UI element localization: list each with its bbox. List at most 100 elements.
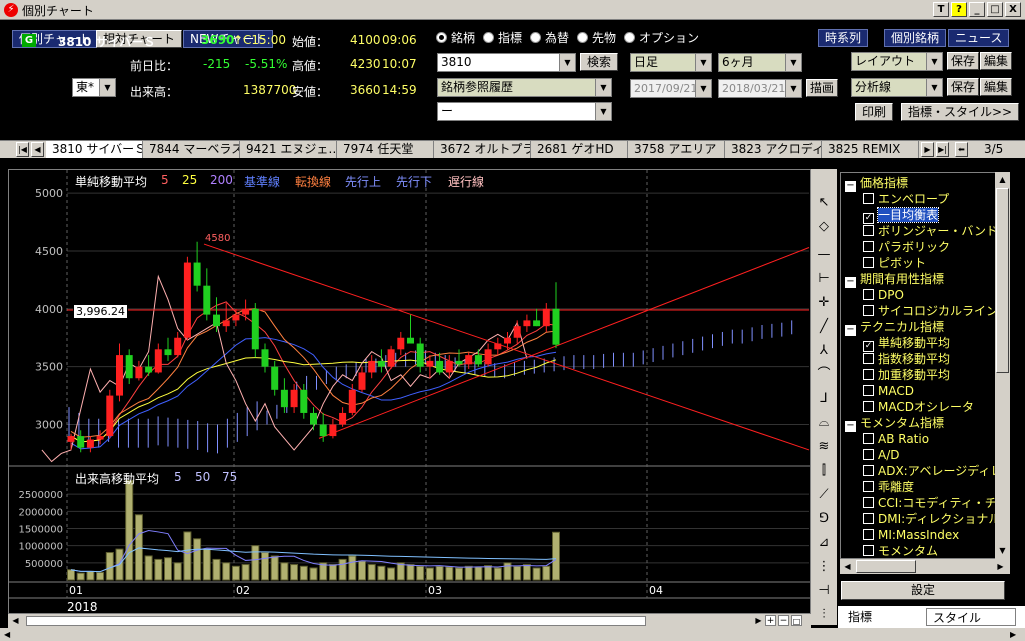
history-select[interactable]: 銘柄参照履歴 ▼: [437, 78, 612, 97]
checkbox-icon[interactable]: [863, 289, 874, 300]
print-button[interactable]: 印刷: [855, 103, 894, 121]
indicator-item[interactable]: A/D: [863, 447, 900, 463]
close-button[interactable]: X: [1005, 2, 1021, 17]
indicator-item[interactable]: パラボリック: [863, 239, 950, 255]
indicator-group[interactable]: − テクニカル指標: [845, 319, 944, 336]
indicator-item[interactable]: CCI:コモディティ・チャ: [863, 495, 1009, 511]
tab-stock[interactable]: 2681 ゲオHD: [531, 141, 628, 158]
indicator-item[interactable]: サイコロジカルライン: [863, 303, 998, 319]
retracement-icon[interactable]: ⫿: [814, 461, 834, 481]
news-button[interactable]: ニュース: [948, 29, 1010, 47]
indicator-tree-scrollbar[interactable]: ▲ ▼: [995, 172, 1010, 559]
regression-icon[interactable]: ⊿: [814, 533, 834, 553]
cycle-icon[interactable]: ⊣: [814, 581, 834, 601]
analysis-edit-button[interactable]: 編集: [980, 78, 1013, 96]
prev-tab-icon[interactable]: ◀: [31, 142, 44, 157]
arc-icon[interactable]: ⌒: [814, 365, 834, 385]
indicator-item[interactable]: ADX:アベレージディレ: [863, 463, 1002, 479]
back-arrow-icon[interactable]: ⬅: [955, 142, 968, 157]
checkbox-icon[interactable]: [863, 433, 874, 444]
fan-line-icon[interactable]: ⅄: [814, 341, 834, 361]
indicator-item[interactable]: 乖離度: [863, 479, 914, 495]
scroll-thumb[interactable]: [26, 616, 646, 626]
scroll-up-icon[interactable]: ▲: [996, 173, 1009, 186]
indicator-group[interactable]: − 期間有用性指標: [845, 271, 944, 288]
checkbox-icon[interactable]: [863, 529, 874, 540]
draw-button[interactable]: 描画: [806, 79, 839, 97]
scroll-down-icon[interactable]: ▼: [996, 544, 1009, 557]
tab-stock[interactable]: 7974 任天堂: [337, 141, 434, 158]
horizontal-line-icon[interactable]: —: [814, 245, 834, 265]
collapse-icon[interactable]: −: [845, 277, 856, 288]
fibonacci-fan-icon[interactable]: ⅃: [814, 389, 834, 409]
indicator-tree[interactable]: − 価格指標 エンベロープ ✓ 一目均衡表 ボリンジャー・バンド パラボリック ピボット − 期間…: [840, 172, 1010, 559]
indicator-group[interactable]: − モメンタム指標: [845, 415, 944, 432]
settings-button[interactable]: 設定: [841, 581, 1005, 600]
market-select[interactable]: 東* ▼: [72, 78, 116, 97]
scroll-right-icon[interactable]: ▶: [994, 560, 1007, 573]
vertical-line-icon[interactable]: ⊢: [814, 269, 834, 289]
checkbox-icon[interactable]: [863, 385, 874, 396]
analysis-select[interactable]: 分析線 ▼: [851, 78, 943, 97]
price-chart-svg[interactable]: 5000 4500 4000 3500 3000 2500000 2000000 150000…: [9, 170, 812, 615]
checkbox-icon[interactable]: [863, 481, 874, 492]
tab-stock[interactable]: 7844 マーベラス: [143, 141, 240, 158]
tab-stock[interactable]: 3672 オルトプラス: [434, 141, 531, 158]
maximize-button[interactable]: □: [987, 2, 1003, 17]
chart-horizontal-scrollbar[interactable]: ◀ ▶ + − □: [8, 614, 811, 628]
channel-icon[interactable]: ≋: [814, 437, 834, 457]
parallel-icon[interactable]: ⋮: [814, 557, 834, 577]
analysis-save-button[interactable]: 保存: [947, 78, 980, 96]
tree-hscroll-thumb[interactable]: [856, 560, 916, 573]
indicator-item[interactable]: ボリンジャー・バンド: [863, 223, 998, 239]
checkbox-icon[interactable]: [863, 193, 874, 204]
radio-options[interactable]: オプション: [624, 29, 699, 46]
eraser-icon[interactable]: ◇: [814, 217, 834, 237]
gann-icon[interactable]: ⅁: [814, 509, 834, 529]
tab-indicator[interactable]: 指標: [842, 608, 872, 626]
trend-line-icon[interactable]: ╱: [814, 317, 834, 337]
indicator-group[interactable]: − 価格指標: [845, 175, 908, 192]
tab-stock[interactable]: 3758 アエリア: [628, 141, 725, 158]
fibonacci-arc-icon[interactable]: ⌓: [814, 413, 834, 433]
indicator-item[interactable]: AB Ratio: [863, 431, 929, 447]
checkbox-icon[interactable]: [863, 257, 874, 268]
collapse-icon[interactable]: −: [845, 325, 856, 336]
first-tab-icon[interactable]: |◀: [16, 142, 29, 157]
fit-icon[interactable]: □: [791, 615, 802, 626]
indicator-item[interactable]: DMI:ディレクショナル: [863, 511, 1000, 527]
to-date-field[interactable]: 2018/03/21 ▼: [718, 79, 802, 98]
scroll-left-icon[interactable]: ◀: [10, 615, 21, 626]
radio-index[interactable]: 指標: [483, 29, 522, 46]
indicator-item[interactable]: ✓ 単純移動平均: [863, 335, 950, 352]
scroll-left-icon[interactable]: ◀: [4, 629, 15, 640]
layout-save-button[interactable]: 保存: [947, 52, 980, 70]
interval-select[interactable]: 日足 ▼: [630, 53, 712, 72]
period-icon[interactable]: ⫶: [814, 605, 834, 625]
checkbox-icon[interactable]: [863, 241, 874, 252]
titlebar-t-button[interactable]: T: [933, 2, 949, 17]
zoom-in-icon[interactable]: +: [765, 615, 776, 626]
layout-edit-button[interactable]: 編集: [980, 52, 1013, 70]
indicator-item[interactable]: ピボット: [863, 255, 926, 271]
tab-stock[interactable]: 3825 REMIX: [822, 141, 919, 158]
tree-hscrollbar[interactable]: ◀ ▶: [840, 559, 1010, 574]
checkbox-icon[interactable]: [863, 497, 874, 508]
checkbox-icon[interactable]: [863, 545, 874, 556]
checkbox-icon[interactable]: [863, 225, 874, 236]
indicator-item[interactable]: ✓ 一目均衡表: [863, 207, 940, 224]
crosshair-icon[interactable]: ✛: [814, 293, 834, 313]
span-select[interactable]: 6ヶ月 ▼: [718, 53, 802, 72]
indicator-item[interactable]: 加重移動平均: [863, 367, 950, 383]
radio-futures[interactable]: 先物: [577, 29, 616, 46]
last-tab-icon[interactable]: ▶|: [936, 142, 949, 157]
indicator-item[interactable]: MACD: [863, 383, 914, 399]
scroll-right-icon[interactable]: ▶: [1010, 629, 1021, 640]
tab-style[interactable]: スタイル: [926, 608, 1016, 626]
checkbox-icon[interactable]: [863, 305, 874, 316]
tab-stock[interactable]: 3810 サイバーＳ: [46, 141, 143, 158]
next-tab-icon[interactable]: ▶: [921, 142, 934, 157]
chart-area[interactable]: 5000 4500 4000 3500 3000 2500000 2000000 150000…: [8, 169, 812, 615]
zoom-out-icon[interactable]: −: [778, 615, 789, 626]
individual-stock-button[interactable]: 個別銘柄: [884, 29, 947, 47]
